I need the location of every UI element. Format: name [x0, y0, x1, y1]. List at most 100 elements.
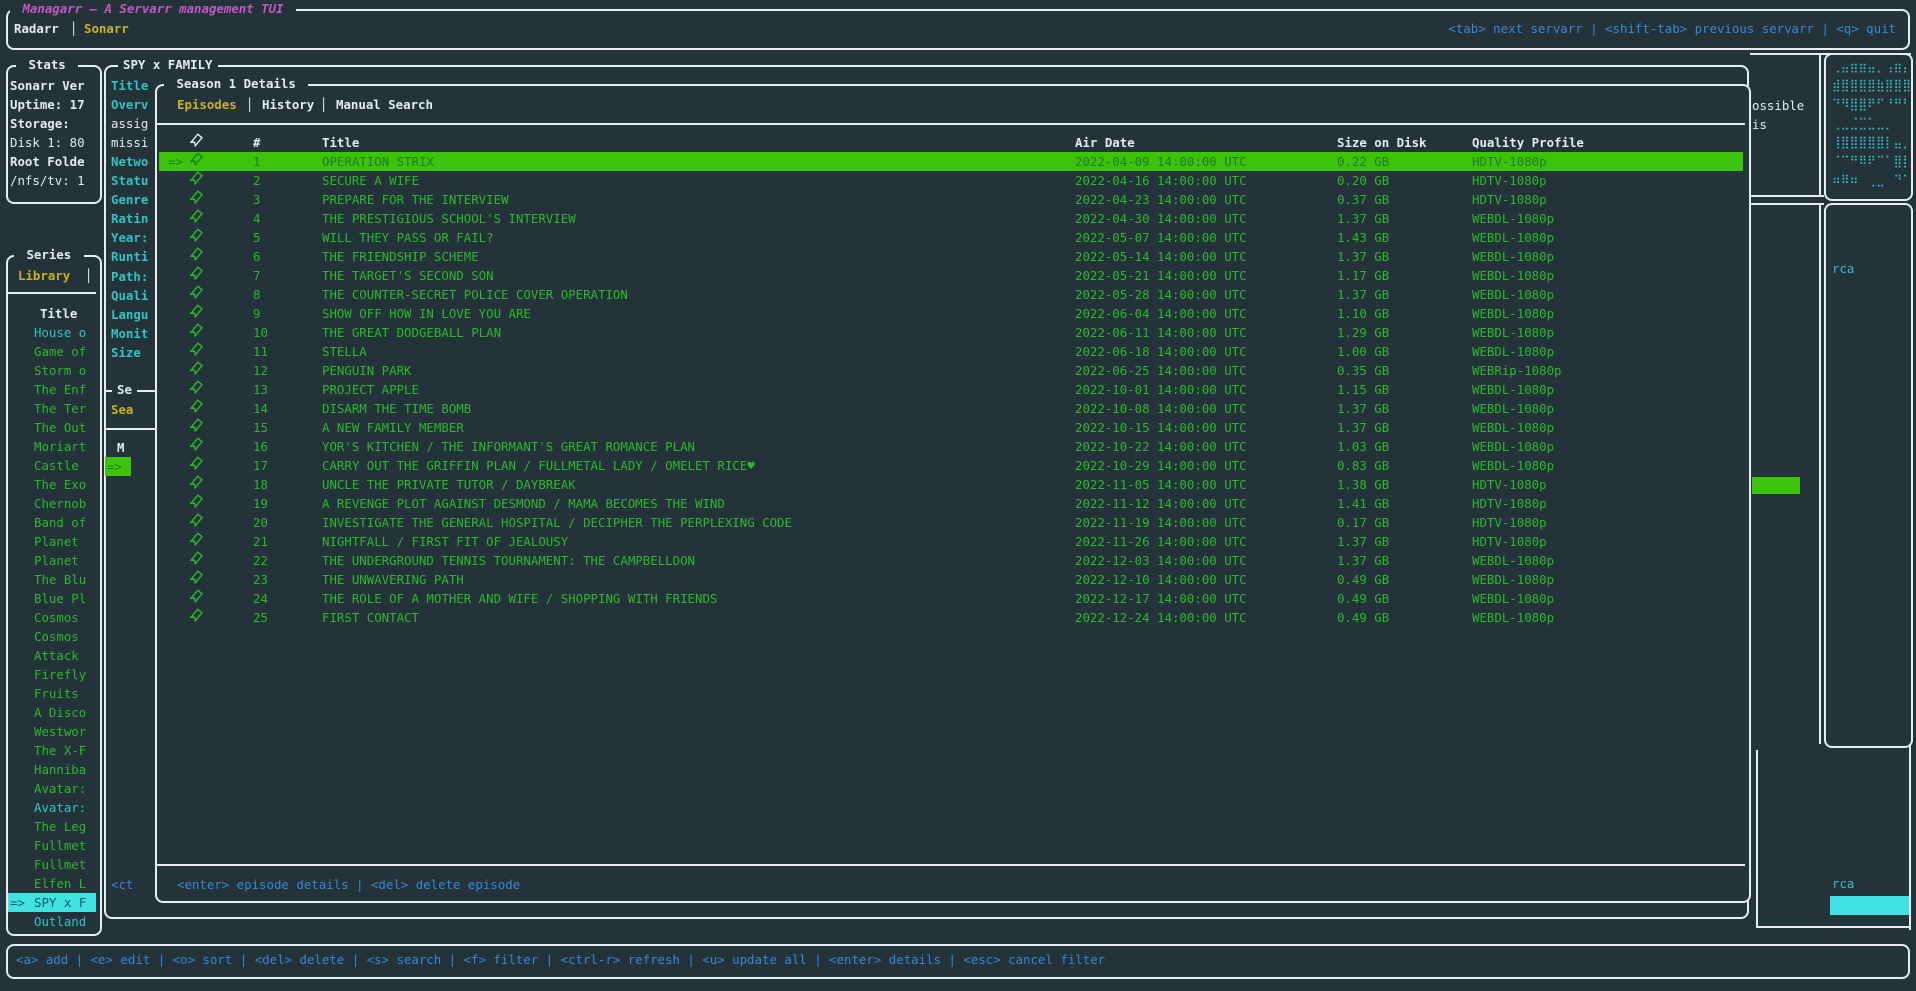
episode-row[interactable]: 23THE UNWAVERING PATH2022-12-10 14:00:00… [157, 570, 1745, 589]
episode-row[interactable]: 18UNCLE THE PRIVATE TUTOR / DAYBREAK2022… [157, 475, 1745, 494]
series-item[interactable]: Cosmos [8, 627, 96, 646]
episode-quality: HDTV-1080p [1472, 532, 1547, 551]
tab-library[interactable]: Library [18, 266, 70, 285]
episode-air-date: 2022-10-29 14:00:00 UTC [1075, 456, 1247, 475]
series-item[interactable]: The Exo [8, 475, 96, 494]
episode-title: INVESTIGATE THE GENERAL HOSPITAL / DECIP… [322, 513, 792, 532]
episode-row[interactable]: 17CARRY OUT THE GRIFFIN PLAN / FULLMETAL… [157, 456, 1745, 475]
series-item[interactable]: Band of [8, 513, 96, 532]
series-item[interactable]: House o [8, 323, 96, 342]
episode-size: 0.22 GB [1337, 152, 1389, 171]
episode-title: NIGHTFALL / FIRST FIT OF JEALOUSY [322, 532, 568, 551]
series-item[interactable]: The Ter [8, 399, 96, 418]
bookmark-icon [190, 361, 203, 375]
episode-number: 23 [253, 570, 268, 589]
series-item[interactable]: Chernob [8, 494, 96, 513]
episode-row[interactable]: 24THE ROLE OF A MOTHER AND WIFE / SHOPPI… [157, 589, 1745, 608]
episode-size: 0.35 GB [1337, 361, 1389, 380]
tab-sonarr[interactable]: Sonarr [84, 19, 129, 38]
episode-number: 10 [253, 323, 268, 342]
series-item-label: Elfen L [34, 874, 86, 893]
episode-row[interactable]: 6THE FRIENDSHIP SCHEME2022-05-14 14:00:0… [157, 247, 1745, 266]
seasons-selected-row[interactable]: => [105, 457, 131, 476]
episode-row[interactable]: 15A NEW FAMILY MEMBER2022-10-15 14:00:00… [157, 418, 1745, 437]
episode-row[interactable]: 16YOR'S KITCHEN / THE INFORMANT'S GREAT … [157, 437, 1745, 456]
episode-quality: WEBDL-1080p [1472, 399, 1554, 418]
seasons-column-header: M [117, 438, 124, 457]
episode-row[interactable]: 2SECURE A WIFE2022-04-16 14:00:00 UTC0.2… [157, 171, 1745, 190]
series-item[interactable]: The Enf [8, 380, 96, 399]
series-item-label: SPY x F [34, 893, 86, 912]
episode-quality: HDTV-1080p [1472, 494, 1547, 513]
series-item-label: Avatar: [34, 798, 86, 817]
series-item[interactable]: Outland [8, 912, 96, 931]
episode-quality: WEBRip-1080p [1472, 361, 1562, 380]
series-item[interactable]: The Leg [8, 817, 96, 836]
series-item[interactable]: Game of [8, 342, 96, 361]
series-item[interactable]: Planet [8, 551, 96, 570]
series-item[interactable]: Cosmos [8, 608, 96, 627]
series-item-label: Cosmos [34, 627, 79, 646]
episode-row[interactable]: 11STELLA2022-06-18 14:00:00 UTC1.00 GBWE… [157, 342, 1745, 361]
series-item[interactable]: Fullmet [8, 855, 96, 874]
episode-row[interactable]: 10THE GREAT DODGEBALL PLAN2022-06-11 14:… [157, 323, 1745, 342]
episode-air-date: 2022-05-14 14:00:00 UTC [1075, 247, 1247, 266]
tab-manual-search[interactable]: Manual Search [336, 95, 433, 114]
episode-title: THE TARGET'S SECOND SON [322, 266, 494, 285]
selected-prefix: => [168, 152, 190, 171]
episode-row[interactable]: 13PROJECT APPLE2022-10-01 14:00:00 UTC1.… [157, 380, 1745, 399]
series-item[interactable]: Hanniba [8, 760, 96, 779]
episode-title: PROJECT APPLE [322, 380, 419, 399]
series-item[interactable]: The Blu [8, 570, 96, 589]
episode-row[interactable]: 5WILL THEY PASS OR FAIL?2022-05-07 14:00… [157, 228, 1745, 247]
column-header-quality: Quality Profile [1472, 133, 1584, 152]
series-item[interactable]: The Out [8, 418, 96, 437]
series-item[interactable]: Firefly [8, 665, 96, 684]
tab-seasons[interactable]: Sea [111, 400, 133, 419]
episode-number: 4 [253, 209, 260, 228]
tab-separator: │ [320, 95, 327, 114]
series-item[interactable]: Blue Pl [8, 589, 96, 608]
episode-title: THE COUNTER-SECRET POLICE COVER OPERATIO… [322, 285, 628, 304]
series-item[interactable]: Fullmet [8, 836, 96, 855]
series-item[interactable]: Castle [8, 456, 96, 475]
series-item[interactable]: Elfen L [8, 874, 96, 893]
tab-episodes[interactable]: Episodes [177, 95, 237, 114]
series-item[interactable]: A Disco [8, 703, 96, 722]
episode-size: 0.83 GB [1337, 456, 1389, 475]
episode-row[interactable]: 20INVESTIGATE THE GENERAL HOSPITAL / DEC… [157, 513, 1745, 532]
series-item[interactable]: Planet [8, 532, 96, 551]
stats-line: /nfs/tv: 1 [10, 171, 85, 190]
series-item[interactable]: Avatar: [8, 798, 96, 817]
selected-prefix: => [107, 457, 122, 476]
episode-table: => 1OPERATION STRIX2022-04-09 14:00:00 U… [157, 152, 1745, 627]
episode-number: 12 [253, 361, 268, 380]
series-item[interactable]: The X-F [8, 741, 96, 760]
series-item[interactable]: Westwor [8, 722, 96, 741]
series-item-label: A Disco [34, 703, 86, 722]
episode-title: FIRST CONTACT [322, 608, 419, 627]
episode-row[interactable]: 22THE UNDERGROUND TENNIS TOURNAMENT: THE… [157, 551, 1745, 570]
series-item[interactable]: Moriart [8, 437, 96, 456]
series-item[interactable]: => SPY x F [8, 893, 96, 912]
episode-row[interactable]: 7THE TARGET'S SECOND SON2022-05-21 14:00… [157, 266, 1745, 285]
series-item[interactable]: Storm o [8, 361, 96, 380]
tab-radarr[interactable]: Radarr [14, 19, 59, 38]
episode-quality: WEBDL-1080p [1472, 589, 1554, 608]
episode-row[interactable]: 9SHOW OFF HOW IN LOVE YOU ARE2022-06-04 … [157, 304, 1745, 323]
episode-row[interactable]: 4THE PRESTIGIOUS SCHOOL'S INTERVIEW2022-… [157, 209, 1745, 228]
episode-row[interactable]: 25FIRST CONTACT2022-12-24 14:00:00 UTC0.… [157, 608, 1745, 627]
episode-row[interactable]: 12PENGUIN PARK2022-06-25 14:00:00 UTC0.3… [157, 361, 1745, 380]
tab-history[interactable]: History [262, 95, 314, 114]
episode-row[interactable]: 21NIGHTFALL / FIRST FIT OF JEALOUSY2022-… [157, 532, 1745, 551]
episode-row[interactable]: 14DISARM THE TIME BOMB2022-10-08 14:00:0… [157, 399, 1745, 418]
episode-title: THE UNWAVERING PATH [322, 570, 464, 589]
episode-row[interactable]: 19A REVENGE PLOT AGAINST DESMOND / MAMA … [157, 494, 1745, 513]
series-item[interactable]: Avatar: [8, 779, 96, 798]
series-item-label: Chernob [34, 494, 86, 513]
series-item[interactable]: Attack [8, 646, 96, 665]
episode-row[interactable]: 8THE COUNTER-SECRET POLICE COVER OPERATI… [157, 285, 1745, 304]
episode-row[interactable]: => 1OPERATION STRIX2022-04-09 14:00:00 U… [157, 152, 1745, 171]
series-item[interactable]: Fruits [8, 684, 96, 703]
episode-row[interactable]: 3PREPARE FOR THE INTERVIEW2022-04-23 14:… [157, 190, 1745, 209]
